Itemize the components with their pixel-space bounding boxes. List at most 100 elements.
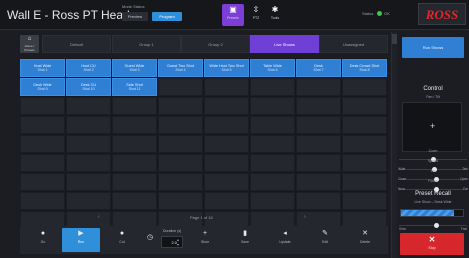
empty-cell[interactable] [158,78,203,96]
empty-cell[interactable] [250,97,295,115]
empty-cell[interactable] [112,135,157,153]
empty-cell[interactable] [250,154,295,172]
recall-speed-slider[interactable]: Slow Fast [399,221,467,231]
empty-cell[interactable] [20,97,65,115]
empty-cell[interactable] [342,135,387,153]
empty-cell[interactable] [296,97,341,115]
delete-button[interactable]: ✕ Delete [346,228,384,252]
empty-cell[interactable] [250,116,295,134]
edit-button[interactable]: ✎ Edit [306,228,344,252]
scrollbar-thumb[interactable] [392,34,397,44]
empty-cell[interactable] [204,97,249,115]
empty-cell[interactable] [20,192,65,210]
empty-cell[interactable] [342,154,387,172]
empty-cell[interactable] [20,135,65,153]
preset-cell[interactable]: Desk CU Shot 10 [66,78,111,96]
update-button[interactable]: ◂ Update [266,228,304,252]
slider-knob[interactable] [433,223,439,228]
preset-cell[interactable]: Desk Wide Shot 9 [20,78,65,96]
preset-cell[interactable]: Side Shot Shot 11 [112,78,157,96]
empty-cell[interactable] [158,192,203,210]
save-button[interactable]: ▮ Save [226,228,264,252]
tools-button-label: Tools [270,16,280,20]
run-shows-button[interactable]: Run Shows [402,37,464,58]
go-button[interactable]: ● Go [24,228,62,252]
stop-button[interactable]: ✕ Stop [400,233,464,255]
empty-cell[interactable] [250,192,295,210]
empty-cell[interactable] [20,154,65,172]
empty-cell[interactable] [20,116,65,134]
empty-cell[interactable] [66,116,111,134]
tab-group-2[interactable]: Group 2 [181,35,250,53]
empty-cell[interactable] [20,173,65,191]
preset-cell[interactable]: Desk Crowd Shot Shot 8 [342,59,387,77]
store-button[interactable]: + Store [186,228,224,252]
iris-slider-label: Iris [430,169,436,173]
focus-slider[interactable]: Focus Near Far [398,179,468,194]
empty-cell[interactable] [112,192,157,210]
home-button-label: Home / Presets [24,44,35,52]
empty-cell[interactable] [296,192,341,210]
empty-cell[interactable] [66,154,111,172]
presets-button[interactable]: ▣ Presets [222,4,244,26]
mode-program-button[interactable]: Program [152,12,182,21]
empty-cell[interactable] [158,116,203,134]
pan-tilt-joystick[interactable]: + [402,102,462,152]
empty-cell[interactable] [204,173,249,191]
preset-cell[interactable]: Guest Two Shot Shot 4 [158,59,203,77]
empty-cell[interactable] [66,135,111,153]
pager-next-button[interactable]: › [304,214,306,220]
empty-cell[interactable] [112,154,157,172]
empty-cell[interactable] [342,173,387,191]
preset-recall-subtitle: Live Show – Desk Wide [414,200,452,204]
pager-prev-button[interactable]: ‹ [98,214,100,220]
tab-unassigned[interactable]: Unassigned [319,35,388,53]
empty-cell[interactable] [158,135,203,153]
tools-button[interactable]: ✱ Tools [264,4,286,26]
empty-cell[interactable] [250,173,295,191]
save-button-label: Save [241,240,249,244]
empty-cell[interactable] [66,192,111,210]
empty-cell[interactable] [296,135,341,153]
empty-cell[interactable] [204,192,249,210]
run-button[interactable]: ▶ Run [62,228,100,252]
empty-cell[interactable] [158,97,203,115]
empty-cell[interactable] [204,154,249,172]
empty-cell[interactable] [112,116,157,134]
empty-cell[interactable] [342,78,387,96]
empty-cell[interactable] [296,116,341,134]
empty-cell[interactable] [204,135,249,153]
empty-cell[interactable] [158,173,203,191]
empty-cell[interactable] [342,192,387,210]
empty-cell[interactable] [66,97,111,115]
empty-cell[interactable] [158,154,203,172]
preset-cell[interactable]: Desk Shot 7 [296,59,341,77]
empty-cell[interactable] [112,173,157,191]
preset-cell[interactable]: Host CU Shot 2 [66,59,111,77]
empty-cell[interactable] [250,135,295,153]
tab-default[interactable]: Default [42,35,111,53]
scrollbar[interactable] [392,32,397,258]
empty-cell[interactable] [204,78,249,96]
empty-cell[interactable] [204,116,249,134]
preset-cell[interactable]: Wide Host Two Shot Shot 5 [204,59,249,77]
empty-cell[interactable] [342,97,387,115]
empty-cell[interactable] [66,173,111,191]
cut-button[interactable]: ● Cut [103,228,141,252]
empty-cell[interactable] [296,173,341,191]
slider-knob[interactable] [433,187,439,192]
tab-live-shows[interactable]: Live Shows [250,35,319,53]
mode-preview-button[interactable]: Preview [122,12,148,21]
empty-cell[interactable] [250,78,295,96]
empty-cell[interactable] [296,78,341,96]
empty-cell[interactable] [342,116,387,134]
preset-cell[interactable]: Table Wide Shot 6 [250,59,295,77]
home-button[interactable]: ⌂ Home / Presets [20,35,39,53]
empty-cell[interactable] [112,97,157,115]
preset-cell[interactable]: Host Wide Shot 1 [20,59,65,77]
empty-cell[interactable] [296,154,341,172]
tab-group-1[interactable]: Group 1 [112,35,181,53]
duration-stepper[interactable]: ▴ ▾ [177,237,179,247]
duration-input[interactable] [161,236,183,248]
preset-cell[interactable]: Guest Wide Shot 3 [112,59,157,77]
